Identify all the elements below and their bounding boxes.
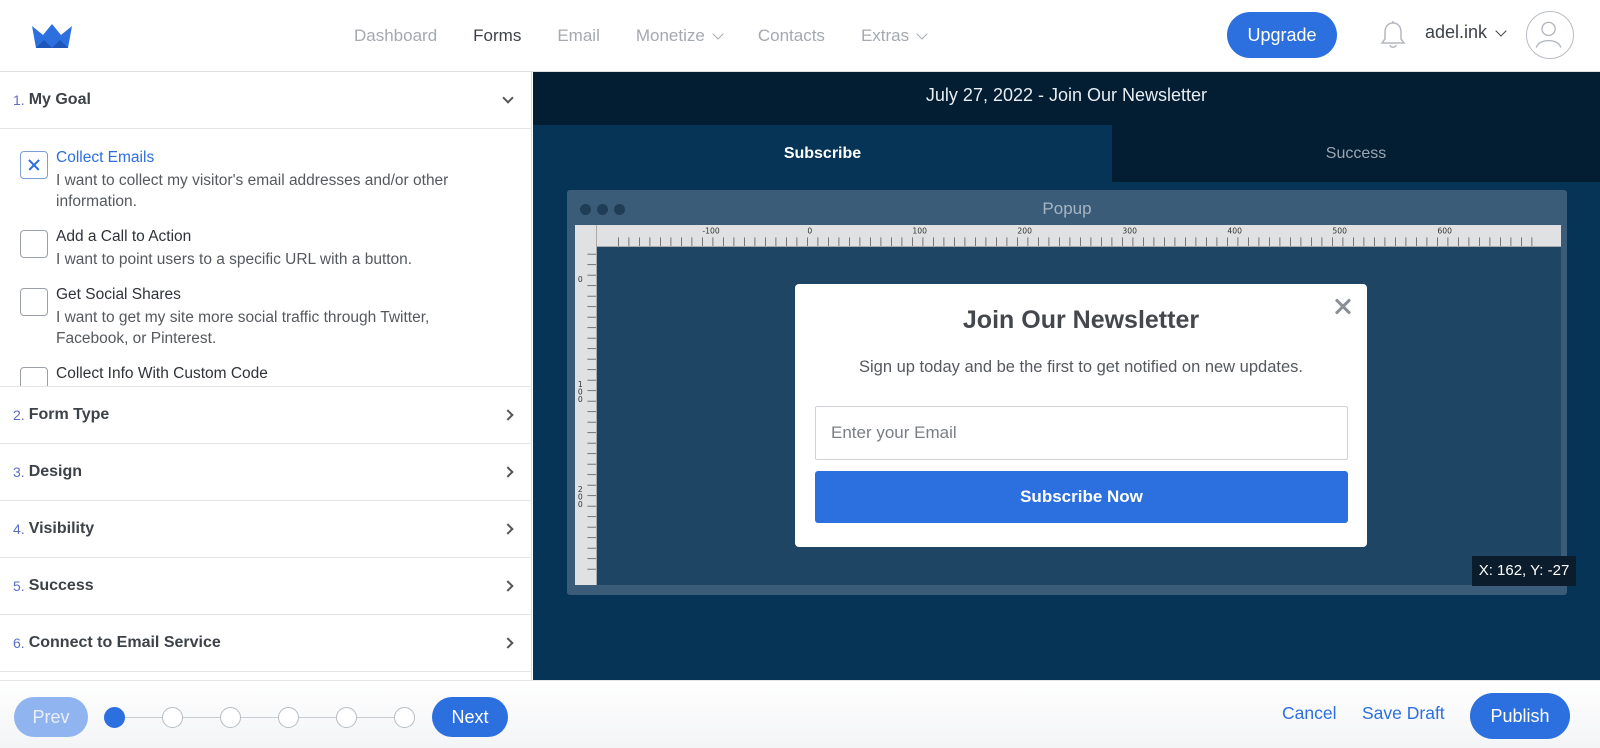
user-avatar[interactable]	[1526, 11, 1574, 59]
section-number: 2.	[13, 407, 25, 423]
ruler-label: 0	[578, 500, 583, 509]
account-name: adel.ink	[1425, 22, 1488, 42]
save-draft-link[interactable]: Save Draft	[1362, 703, 1445, 724]
chevron-down-icon	[712, 28, 724, 40]
prev-button[interactable]: Prev	[14, 697, 88, 737]
ruler-label: 200	[1017, 227, 1032, 236]
ruler-label: -100	[702, 227, 719, 236]
step-dot-1[interactable]	[104, 707, 125, 728]
section-my-goal[interactable]: 1. My Goal	[0, 72, 532, 129]
section-title: Success	[28, 577, 94, 594]
ruler-label: 0	[807, 227, 812, 236]
chevron-down-icon	[502, 92, 514, 104]
goal-title: Add a Call to Action	[56, 228, 192, 245]
chevron-right-icon	[502, 580, 514, 592]
goal-options-list[interactable]: Collect Emails I want to collect my visi…	[0, 129, 532, 387]
main-nav: Dashboard Forms Email Monetize Contacts …	[354, 0, 962, 72]
nav-label: Contacts	[757, 26, 825, 45]
goal-description: I want to point users to a specific URL …	[56, 251, 413, 268]
chevron-right-icon	[502, 409, 514, 421]
nav-label: Monetize	[635, 26, 705, 45]
email-field[interactable]	[815, 406, 1348, 460]
step-dot-6[interactable]	[394, 707, 415, 728]
section-title: Design	[28, 463, 83, 480]
goal-title: Collect Emails	[56, 149, 155, 166]
chevron-down-icon	[916, 28, 928, 40]
ruler-label: 500	[1332, 227, 1347, 236]
nav-label: Email	[557, 26, 600, 45]
section-number: 3.	[13, 464, 25, 480]
section-title: Connect to Email Service	[28, 634, 221, 651]
upgrade-button[interactable]: Upgrade	[1227, 12, 1337, 58]
device-title: Popup	[1042, 199, 1092, 218]
nav-contacts[interactable]: Contacts	[758, 26, 825, 46]
section-design[interactable]: 3. Design	[0, 444, 532, 501]
goal-description: I want to collect my visitor's email add…	[56, 172, 449, 210]
ruler-label: 100	[912, 227, 927, 236]
cancel-link[interactable]: Cancel	[1282, 703, 1336, 724]
vertical-ruler: 0100200	[575, 225, 597, 585]
section-title: Visibility	[28, 520, 95, 537]
chevron-right-icon	[502, 523, 514, 535]
chevron-right-icon	[502, 637, 514, 649]
section-visibility[interactable]: 4. Visibility	[0, 501, 532, 558]
chevron-right-icon	[502, 466, 514, 478]
goal-title: Collect Info With Custom Code	[56, 365, 268, 382]
section-success[interactable]: 5. Success	[0, 558, 532, 615]
next-button[interactable]: Next	[432, 697, 508, 737]
nav-extras[interactable]: Extras	[860, 26, 928, 46]
goal-checkbox[interactable]	[20, 151, 48, 179]
goal-description: I want to get my site more social traffi…	[56, 309, 430, 347]
ruler-label: 400	[1227, 227, 1242, 236]
step-dot-5[interactable]	[336, 707, 357, 728]
wizard-footer: Prev Next Cancel Save Draft Publish	[0, 680, 1600, 748]
section-number: 5.	[13, 578, 25, 594]
tab-subscribe[interactable]: Subscribe	[533, 125, 1112, 182]
goal-checkbox[interactable]	[20, 367, 48, 386]
ruler-label: 0	[578, 395, 583, 404]
cursor-coordinates: X: 162, Y: -27	[1472, 556, 1576, 586]
form-title: July 27, 2022 - Join Our Newsletter	[925, 85, 1208, 105]
step-dot-4[interactable]	[278, 707, 299, 728]
goal-checkbox[interactable]	[20, 230, 48, 258]
step-dot-2[interactable]	[162, 707, 183, 728]
user-avatar-icon	[1535, 21, 1562, 48]
horizontal-ruler: -100 0 100 200 300 400 500 600	[575, 225, 1561, 247]
tab-success[interactable]: Success	[1112, 125, 1600, 182]
account-menu[interactable]: adel.ink	[1425, 22, 1507, 43]
top-navigation-bar: Dashboard Forms Email Monetize Contacts …	[0, 0, 1600, 72]
ruler-label: 600	[1437, 227, 1452, 236]
publish-button[interactable]: Publish	[1470, 693, 1570, 739]
popup-title[interactable]: Join Our Newsletter	[795, 306, 1367, 335]
nav-email[interactable]: Email	[557, 26, 600, 46]
step-progress-line	[114, 717, 404, 718]
newsletter-popup[interactable]: Join Our Newsletter Sign up today and be…	[795, 284, 1367, 547]
nav-forms[interactable]: Forms	[473, 26, 521, 46]
section-title: Form Type	[28, 406, 110, 423]
section-email-service[interactable]: 6. Connect to Email Service	[0, 615, 532, 672]
ruler-label: 300	[1122, 227, 1137, 236]
nav-label: Extras	[860, 26, 910, 45]
section-title: My Goal	[28, 91, 91, 108]
goal-checkbox[interactable]	[20, 288, 48, 316]
nav-monetize[interactable]: Monetize	[635, 26, 724, 46]
form-builder-sidebar: 1. My Goal Collect Emails I want to coll…	[0, 72, 532, 680]
nav-label: Dashboard	[354, 26, 438, 45]
section-form-type[interactable]: 2. Form Type	[0, 387, 532, 444]
section-number: 6.	[13, 635, 25, 651]
crown-logo-icon[interactable]	[30, 22, 74, 50]
preview-header: July 27, 2022 - Join Our Newsletter	[533, 72, 1600, 125]
section-number: 4.	[13, 521, 25, 537]
ruler-label: 0	[578, 275, 583, 284]
section-number: 1.	[13, 92, 25, 108]
bell-icon[interactable]	[1380, 20, 1406, 50]
step-dot-3[interactable]	[220, 707, 241, 728]
nav-label: Forms	[473, 26, 522, 45]
chevron-down-icon	[1495, 24, 1507, 37]
nav-dashboard[interactable]: Dashboard	[354, 26, 437, 46]
subscribe-button[interactable]: Subscribe Now	[815, 471, 1348, 523]
popup-subtitle[interactable]: Sign up today and be the first to get no…	[795, 358, 1367, 377]
goal-title: Get Social Shares	[56, 286, 181, 303]
